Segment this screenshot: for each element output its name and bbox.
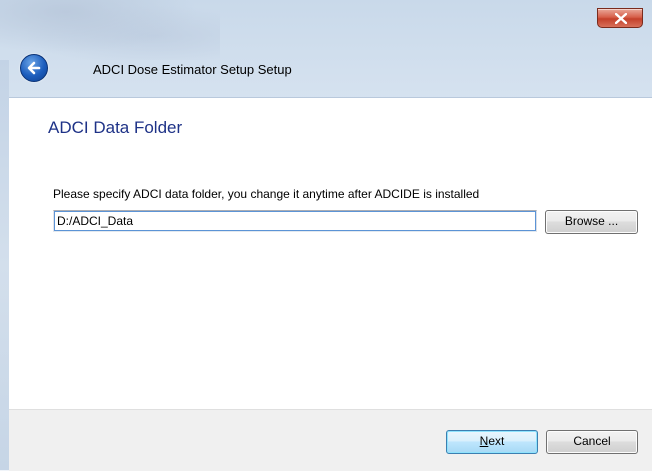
page-title: ADCI Data Folder <box>48 118 183 137</box>
back-arrow-icon <box>27 61 41 75</box>
next-button[interactable]: Next <box>446 430 538 454</box>
data-folder-input[interactable] <box>53 210 537 232</box>
window-left-border <box>0 60 9 470</box>
wizard-page: ADCI Data Folder Please specify ADCI dat… <box>9 97 652 471</box>
cancel-button[interactable]: Cancel <box>546 430 638 454</box>
instruction-text: Please specify ADCI data folder, you cha… <box>53 187 480 201</box>
browse-button[interactable]: Browse ... <box>545 210 638 234</box>
next-label-rest: ext <box>488 434 505 448</box>
close-icon <box>615 13 627 24</box>
close-button[interactable] <box>597 8 643 28</box>
window-title: ADCI Dose Estimator Setup Setup <box>93 62 292 77</box>
glass-frame-background <box>0 0 220 60</box>
wizard-footer: Next Cancel <box>9 409 652 471</box>
installer-window: ADCI Dose Estimator Setup Setup ADCI Dat… <box>0 0 652 471</box>
back-button[interactable] <box>20 54 48 82</box>
